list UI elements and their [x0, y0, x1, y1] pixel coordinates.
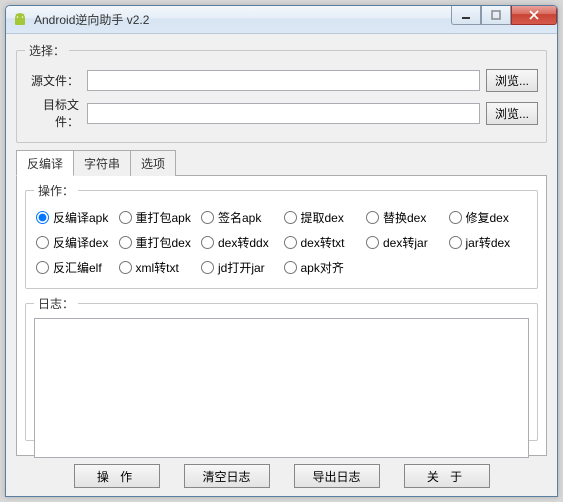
op-radio-item[interactable]: dex转txt — [284, 234, 363, 251]
op-radio-item[interactable]: 修复dex — [449, 209, 528, 226]
operate-button[interactable]: 操 作 — [74, 464, 160, 488]
op-radio[interactable] — [284, 211, 297, 224]
tab-strings[interactable]: 字符串 — [73, 150, 131, 176]
bottom-buttons: 操 作 清空日志 导出日志 关 于 — [16, 456, 547, 490]
tab-options[interactable]: 选项 — [130, 150, 176, 176]
window-controls — [451, 6, 557, 25]
source-label: 源文件： — [25, 72, 81, 89]
log-group: 日志： — [25, 295, 538, 441]
op-radio[interactable] — [366, 211, 379, 224]
target-label: 目标文件： — [25, 96, 81, 130]
ops-radio-grid: 反编译apk 重打包apk 签名apk 提取dex 替换dex 修复dex 反编译dex 重打… — [34, 205, 529, 280]
ops-group: 操作： 反编译apk 重打包apk 签名apk 提取dex 替换dex 修复dex 反编译d… — [25, 182, 538, 289]
op-radio-item[interactable]: 反编译apk — [36, 209, 115, 226]
op-radio-label: 重打包dex — [136, 234, 191, 251]
ops-legend: 操作： — [34, 182, 78, 199]
op-radio[interactable] — [201, 236, 214, 249]
op-radio-item[interactable]: 反汇编elf — [36, 259, 115, 276]
op-radio[interactable] — [284, 261, 297, 274]
op-radio-label: jar转dex — [466, 234, 511, 251]
op-radio[interactable] — [36, 211, 49, 224]
op-radio-item[interactable]: 签名apk — [201, 209, 280, 226]
browse-source-button[interactable]: 浏览... — [486, 69, 538, 92]
clear-log-button[interactable]: 清空日志 — [184, 464, 270, 488]
op-radio-label: 提取dex — [301, 209, 344, 226]
op-radio-label: jd打开jar — [218, 259, 265, 276]
about-button[interactable]: 关 于 — [404, 464, 490, 488]
op-radio-label: dex转txt — [301, 234, 345, 251]
op-radio-label: apk对齐 — [301, 259, 344, 276]
op-radio[interactable] — [119, 211, 132, 224]
target-input[interactable] — [87, 103, 480, 124]
op-radio-label: 重打包apk — [136, 209, 191, 226]
op-radio-item[interactable]: dex转jar — [366, 234, 445, 251]
op-radio-label: 反编译dex — [53, 234, 108, 251]
op-radio[interactable] — [201, 261, 214, 274]
op-radio-item[interactable]: 重打包dex — [119, 234, 198, 251]
op-radio-label: 签名apk — [218, 209, 261, 226]
op-radio-label: 反汇编elf — [53, 259, 102, 276]
tab-decompile[interactable]: 反编译 — [16, 150, 74, 176]
op-radio-label: 替换dex — [383, 209, 426, 226]
op-radio[interactable] — [201, 211, 214, 224]
op-radio-item[interactable]: apk对齐 — [284, 259, 363, 276]
op-radio-item[interactable]: jar转dex — [449, 234, 528, 251]
op-radio-label: 修复dex — [466, 209, 509, 226]
source-row: 源文件： 浏览... — [25, 69, 538, 92]
op-radio[interactable] — [449, 236, 462, 249]
op-radio-label: dex转ddx — [218, 234, 269, 251]
maximize-button[interactable] — [481, 6, 511, 25]
titlebar[interactable]: Android逆向助手 v2.2 — [6, 6, 557, 34]
op-radio-item[interactable]: jd打开jar — [201, 259, 280, 276]
select-group: 选择： 源文件： 浏览... 目标文件： 浏览... — [16, 42, 547, 143]
browse-target-button[interactable]: 浏览... — [486, 102, 538, 125]
window-title: Android逆向助手 v2.2 — [34, 11, 149, 28]
minimize-button[interactable] — [451, 6, 481, 25]
close-button[interactable] — [511, 6, 557, 25]
select-legend: 选择： — [25, 42, 69, 59]
op-radio-item[interactable]: 提取dex — [284, 209, 363, 226]
android-icon — [12, 12, 28, 28]
op-radio-label: 反编译apk — [53, 209, 108, 226]
op-radio-item[interactable]: 重打包apk — [119, 209, 198, 226]
export-log-button[interactable]: 导出日志 — [294, 464, 380, 488]
op-radio-label: dex转jar — [383, 234, 428, 251]
op-radio[interactable] — [366, 236, 379, 249]
op-radio[interactable] — [119, 236, 132, 249]
target-row: 目标文件： 浏览... — [25, 96, 538, 130]
op-radio[interactable] — [284, 236, 297, 249]
app-window: Android逆向助手 v2.2 选择： 源文件： 浏览... 目标文件： 浏览… — [5, 5, 558, 497]
op-radio-item[interactable]: xml转txt — [119, 259, 198, 276]
op-radio-item[interactable]: 反编译dex — [36, 234, 115, 251]
log-legend: 日志： — [34, 295, 78, 312]
tab-body: 操作： 反编译apk 重打包apk 签名apk 提取dex 替换dex 修复dex 反编译d… — [16, 175, 547, 456]
op-radio[interactable] — [36, 236, 49, 249]
client-area: 选择： 源文件： 浏览... 目标文件： 浏览... 反编译 字符串 选项 操作… — [6, 34, 557, 496]
op-radio-item[interactable]: 替换dex — [366, 209, 445, 226]
source-input[interactable] — [87, 70, 480, 91]
log-textarea[interactable] — [34, 318, 529, 458]
op-radio[interactable] — [119, 261, 132, 274]
op-radio-label: xml转txt — [136, 259, 179, 276]
op-radio-item[interactable]: dex转ddx — [201, 234, 280, 251]
tab-strip: 反编译 字符串 选项 — [16, 150, 547, 176]
op-radio[interactable] — [449, 211, 462, 224]
op-radio[interactable] — [36, 261, 49, 274]
